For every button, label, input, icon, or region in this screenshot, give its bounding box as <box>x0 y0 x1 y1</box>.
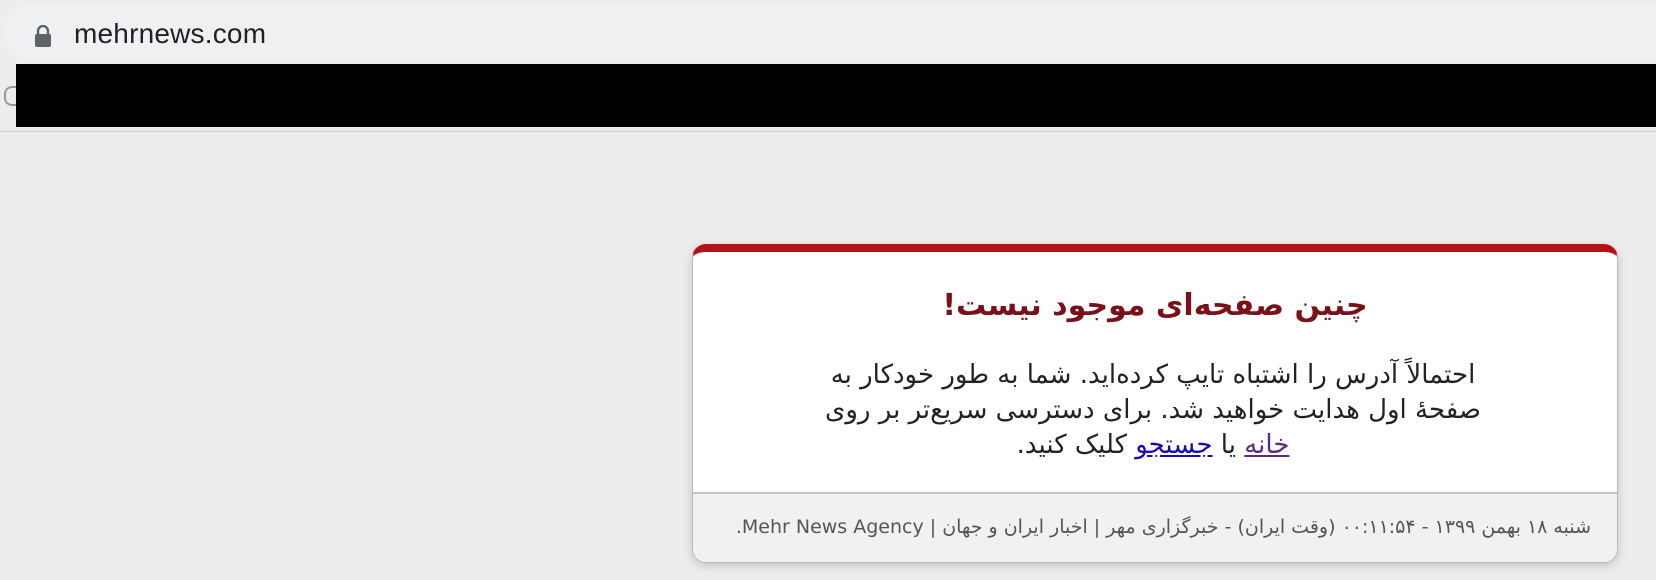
address-bar[interactable]: mehrnews.com <box>4 4 1656 60</box>
footer-text: شنبه ۱۸ بهمن ۱۳۹۹ - ۰۰:۱۱:۵۴ (وقت ایران)… <box>735 516 1591 538</box>
home-link[interactable]: خانه <box>1244 430 1289 460</box>
message-or: یا <box>1212 430 1245 460</box>
error-title: چنین صفحه‌ای موجود نیست! <box>942 288 1368 323</box>
message-end: کلیک کنید. <box>1016 430 1136 460</box>
card-footer: شنبه ۱۸ بهمن ۱۳۹۹ - ۰۰:۱۱:۵۴ (وقت ایران)… <box>693 492 1617 562</box>
url-text[interactable]: mehrnews.com <box>74 18 266 50</box>
error-message: احتمالاً آدرس را اشتباه تایپ کرده‌اید. ش… <box>803 358 1503 463</box>
message-text: احتمالاً آدرس را اشتباه تایپ کرده‌اید. ش… <box>825 360 1481 425</box>
error-card: چنین صفحه‌ای موجود نیست! احتمالاً آدرس ر… <box>692 244 1618 563</box>
search-link[interactable]: جستجو <box>1135 430 1212 460</box>
redacted-toolbar <box>16 64 1656 127</box>
reload-icon[interactable] <box>4 86 16 106</box>
lock-icon <box>35 25 51 47</box>
